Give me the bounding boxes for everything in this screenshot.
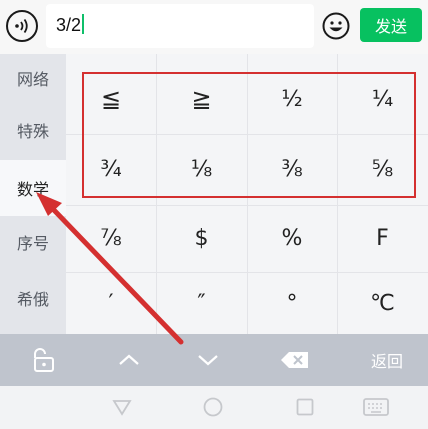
keyboard-toggle-icon[interactable] [362, 396, 390, 418]
back-key-label: 返回 [370, 352, 403, 371]
back-key[interactable]: 返回 [346, 334, 428, 386]
voice-icon [15, 18, 28, 34]
send-button[interactable]: 发送 [360, 8, 422, 42]
category-label: 数学 [16, 180, 49, 199]
text-caret [82, 14, 84, 34]
symbol-key[interactable]: ′ [66, 272, 156, 334]
system-nav-bar [0, 386, 428, 429]
message-input[interactable]: 3/2 [46, 4, 314, 48]
symbol-key[interactable]: F [337, 205, 428, 272]
symbol-key[interactable]: ° [247, 272, 337, 334]
category-network[interactable]: 网络 [0, 54, 66, 102]
cursor-up-key[interactable] [86, 334, 172, 386]
back-triangle-icon[interactable] [111, 396, 133, 418]
voice-input-button[interactable] [6, 10, 38, 42]
delete-key[interactable] [250, 334, 340, 386]
keyboard-function-row: 返回 [0, 334, 428, 386]
emoji-button[interactable] [321, 11, 351, 41]
lock-key[interactable] [0, 334, 86, 386]
backspace-icon [281, 352, 308, 368]
category-label: 网络 [16, 70, 49, 89]
category-label: 特殊 [16, 122, 49, 141]
input-bar: 3/2 发送 [0, 0, 428, 54]
category-greek-russian[interactable]: 希俄 [0, 274, 66, 322]
category-label: 序号 [16, 234, 49, 253]
category-ordinal[interactable]: 序号 [0, 218, 66, 266]
chevron-up-icon [119, 354, 139, 365]
category-label: 希俄 [16, 290, 49, 309]
category-list: 网络 特殊 数学 序号 希俄 [0, 54, 66, 334]
symbol-key[interactable]: ℃ [337, 272, 428, 334]
cursor-down-key[interactable] [172, 334, 244, 386]
symbol-key[interactable]: % [247, 205, 337, 272]
recents-square-icon[interactable] [294, 396, 316, 418]
highlight-box [82, 72, 416, 198]
message-input-text: 3/2 [56, 15, 82, 35]
emoji-icon [322, 12, 350, 40]
symbol-key[interactable]: $ [156, 205, 247, 272]
chevron-down-icon [198, 355, 218, 366]
symbol-key[interactable]: ⅞ [66, 205, 156, 272]
unlock-icon [34, 348, 54, 372]
symbol-key[interactable]: ″ [156, 272, 247, 334]
home-circle-icon[interactable] [202, 396, 224, 418]
category-math[interactable]: 数学 [0, 160, 66, 216]
category-special[interactable]: 特殊 [0, 106, 66, 154]
